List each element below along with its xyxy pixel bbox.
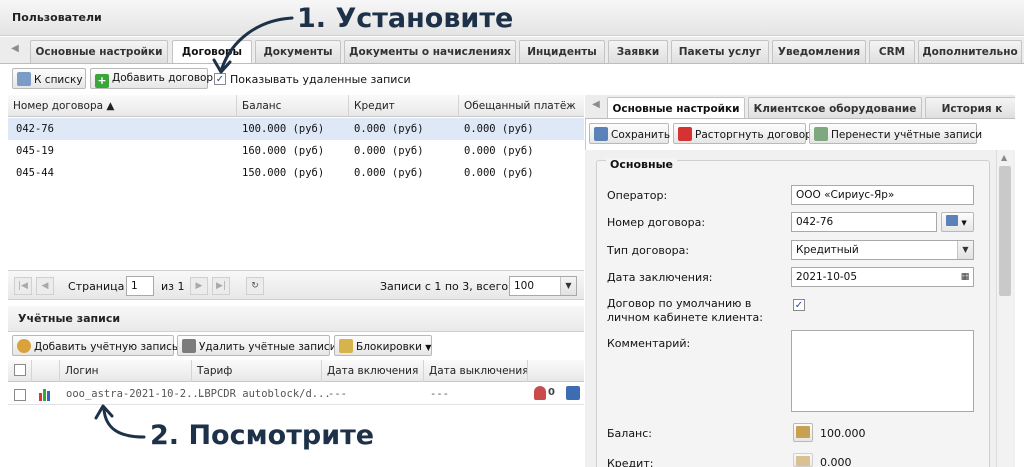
annotation-arrows: [94, 16, 294, 439]
annotation-step-1: 1. Установите: [297, 3, 514, 34]
annotation-step-2: 2. Посмотрите: [150, 420, 375, 451]
arrow-to-checkbox: [220, 16, 294, 70]
